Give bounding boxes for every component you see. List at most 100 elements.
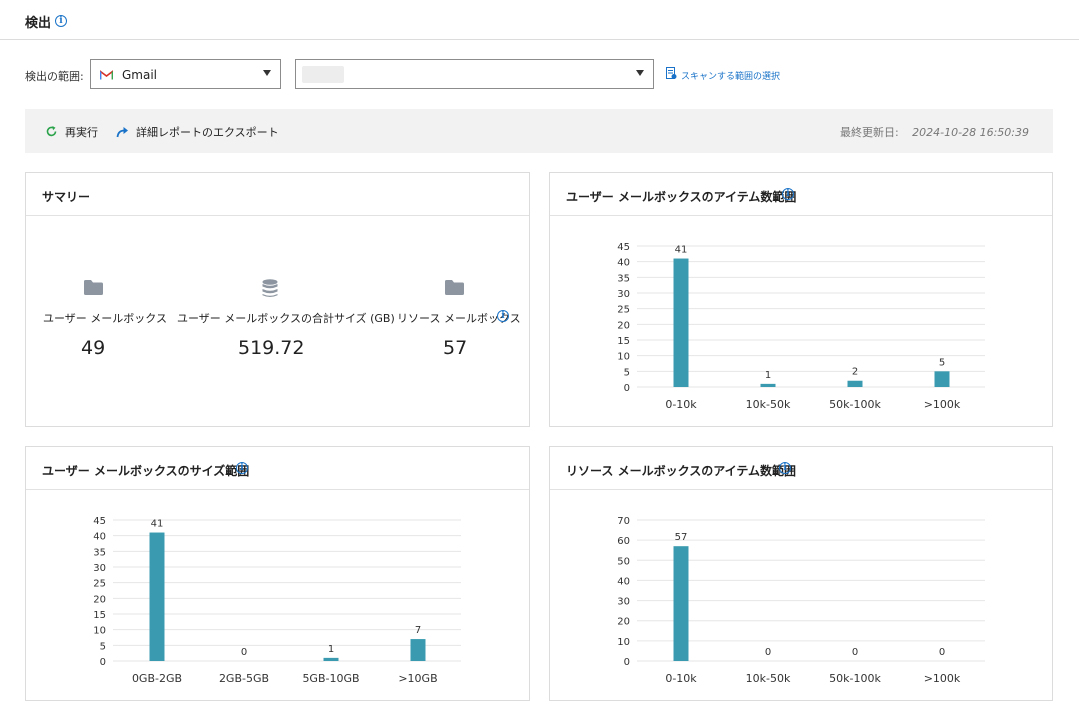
y-tick-label: 60 [617,536,630,547]
y-tick-label: 30 [617,597,630,608]
x-tick-label: 10k-50k [746,398,791,411]
y-tick-label: 25 [617,305,630,316]
resource-item-count-chart: 0 10 20 30 40 50 60 70 57 0-10k 0 10k-50k 0 50k-100k 0… [617,516,985,685]
panel-title: ユーザー メールボックスのサイズ範囲 [42,464,250,478]
last-updated-label: 最終更新日: [839,126,899,139]
summary-panel: サマリー ユーザー メールボックス 49 ユーザー メールボックスの合計サイズ … [25,172,530,427]
y-tick-label: 10 [617,352,630,363]
info-icon[interactable]: i [55,15,67,27]
chevron-down-icon [636,70,644,76]
data-label: 41 [675,245,688,256]
share-arrow-icon [116,127,128,138]
folder-icon [445,280,464,295]
page-title-text: 検出 [25,16,52,31]
x-tick-label: 5GB-10GB [302,672,359,685]
y-tick-label: 40 [617,576,630,587]
x-tick-label: 0GB-2GB [132,672,182,685]
x-tick-label: 10k-50k [746,672,791,685]
x-tick-label: >10GB [398,672,437,685]
panel-title: ユーザー メールボックスのアイテム数範囲 [566,190,797,204]
y-tick-label: 15 [617,336,630,347]
data-label: 5 [939,357,945,368]
info-icon[interactable]: i [497,310,509,322]
metric-value: 49 [81,337,106,359]
data-label: 0 [939,647,945,658]
panel-header: サマリー [26,173,529,216]
metric-value: 519.72 [238,337,305,359]
y-tick-label: 20 [617,320,630,331]
account-select-value [302,66,344,83]
info-icon[interactable]: i [782,188,794,200]
refresh-icon [46,126,57,137]
page-header: 検出 i [0,0,1079,40]
document-list-icon [666,67,677,79]
data-label: 41 [151,519,164,530]
folder-icon [84,280,103,295]
chevron-down-icon [263,70,271,76]
y-tick-label: 45 [93,516,106,527]
y-tick-label: 15 [93,610,106,621]
data-label: 2 [852,367,858,378]
account-select[interactable] [295,59,654,89]
metric-value: 57 [443,337,468,359]
info-icon[interactable]: i [236,462,248,474]
bar [410,639,426,661]
data-label: 0 [241,647,247,658]
user-item-count-panel: ユーザー メールボックスのアイテム数範囲 i 0 5 10 15 20 25 30 35 40 4… [549,172,1053,427]
bar [934,371,950,387]
data-label: 1 [765,370,771,381]
x-tick-label: >100k [924,672,961,685]
x-tick-label: 0-10k [665,672,697,685]
info-icon[interactable]: i [779,462,791,474]
page-title: 検出 i [25,12,67,31]
x-tick-label: 0-10k [665,398,697,411]
data-label: 0 [852,647,858,658]
x-tick-label: 50k-100k [829,672,881,685]
y-tick-label: 5 [100,641,106,652]
bar [760,383,776,387]
y-tick-label: 0 [624,657,630,668]
toolbar: 再実行 詳細レポートのエクスポート 最終更新日: 2024-10-28 16:5… [25,109,1053,153]
y-tick-label: 35 [93,547,106,558]
bar [323,657,339,661]
panel-header: ユーザー メールボックスのサイズ範囲 i [26,447,529,490]
source-select[interactable]: Gmail [90,59,281,89]
data-label: 1 [328,644,334,655]
rerun-label: 再実行 [65,126,98,139]
metric-label: ユーザー メールボックス [43,312,167,325]
bar [149,532,165,661]
panel-header: ユーザー メールボックスのアイテム数範囲 i [550,173,1052,216]
y-tick-label: 20 [617,617,630,628]
bar [673,546,689,661]
data-label: 57 [675,532,688,543]
panel-header: リソース メールボックスのアイテム数範囲 i [550,447,1052,490]
x-tick-label: 2GB-5GB [219,672,269,685]
resource-item-count-panel: リソース メールボックスのアイテム数範囲 i 0 10 20 30 40 50 60 70 57… [549,446,1053,701]
last-updated-value: 2024-10-28 16:50:39 [912,126,1029,139]
metric-label: ユーザー メールボックスの合計サイズ (GB) [177,312,395,325]
panel-title: リソース メールボックスのアイテム数範囲 [566,464,797,478]
user-size-chart: 0 5 10 15 20 25 30 35 40 45 41 0GB-2GB 0 2GB-5GB 1 5GB-… [93,516,461,685]
y-tick-label: 20 [93,594,106,605]
y-tick-label: 10 [93,626,106,637]
y-tick-label: 45 [617,242,630,253]
data-label: 0 [765,647,771,658]
y-tick-label: 30 [93,563,106,574]
panel-title: サマリー [42,190,91,204]
source-select-value: Gmail [122,68,158,82]
y-tick-label: 5 [624,367,630,378]
scope-label: 検出の範囲: [25,70,84,83]
last-updated: 最終更新日: 2024-10-28 16:50:39 [840,124,1029,140]
y-tick-label: 40 [93,532,106,543]
x-tick-label: >100k [924,398,961,411]
y-tick-label: 50 [617,556,630,567]
user-size-panel: ユーザー メールボックスのサイズ範囲 i 0 5 10 15 20 25 30 35 40 45 4… [25,446,530,701]
database-icon [262,279,278,298]
bar [847,380,863,387]
export-report-label: 詳細レポートのエクスポート [136,126,279,139]
y-tick-label: 25 [93,579,106,590]
y-tick-label: 0 [624,383,630,394]
data-label: 7 [415,625,421,636]
gmail-icon [100,70,113,80]
y-tick-label: 10 [617,637,630,648]
